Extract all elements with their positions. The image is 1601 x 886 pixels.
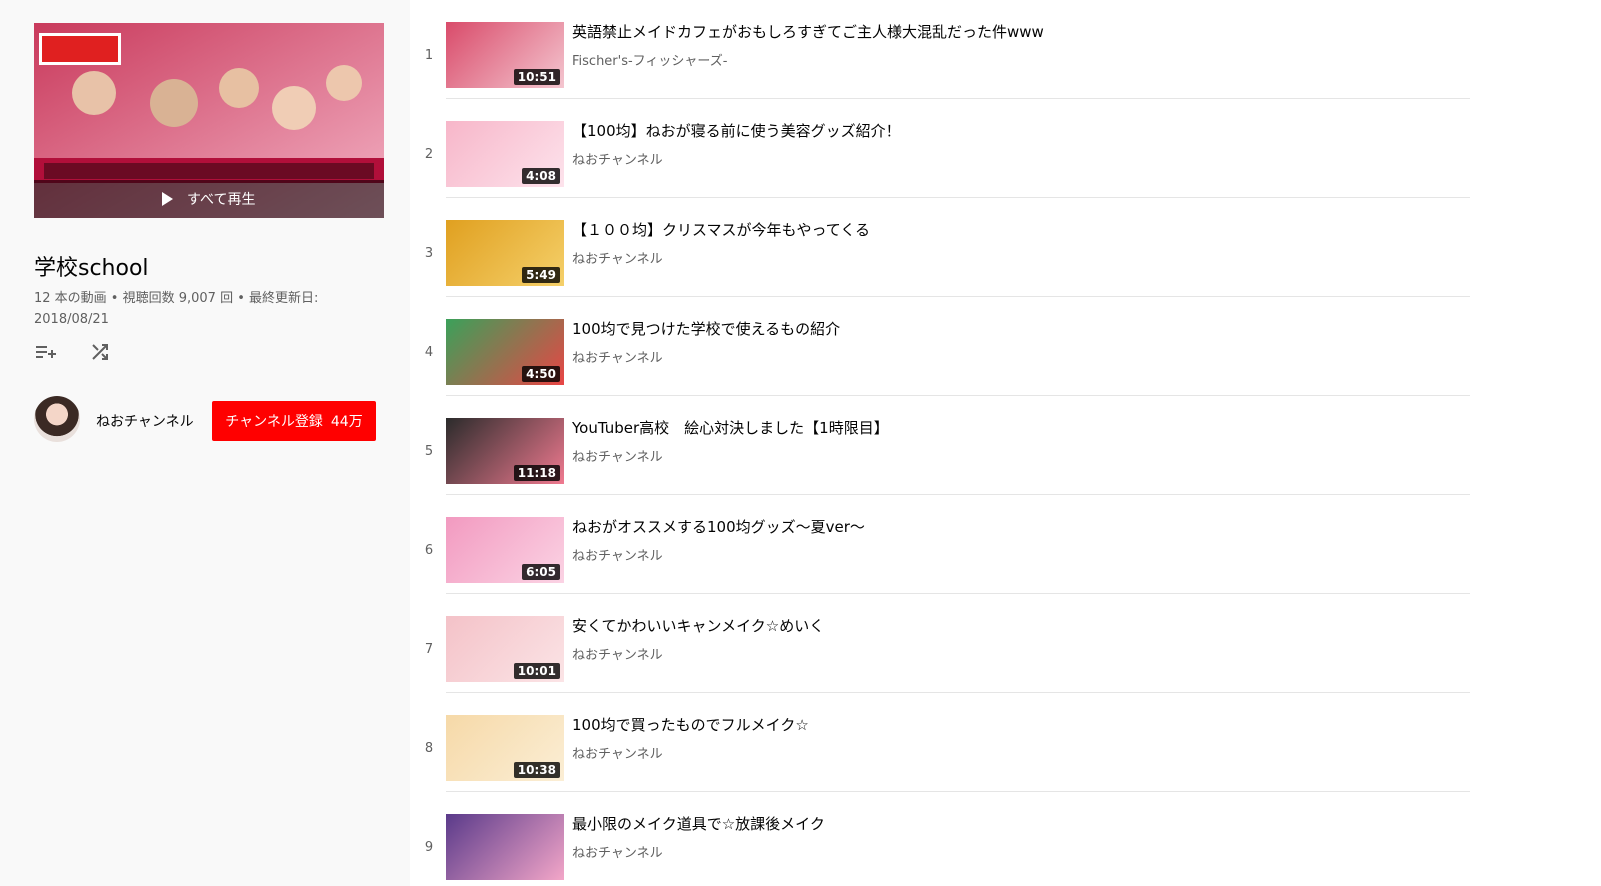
play-icon (162, 192, 173, 206)
subscriber-count: 44万 (330, 414, 363, 430)
video-thumbnail[interactable]: 10:38 (446, 715, 564, 781)
add-to-queue-button[interactable] (34, 342, 58, 362)
video-thumbnail[interactable]: 4:08 (446, 121, 564, 187)
video-channel[interactable]: ねおチャンネル (572, 347, 663, 366)
video-duration: 4:08 (522, 168, 560, 184)
play-all-label: すべて再生 (187, 192, 256, 208)
playlist-video-row[interactable]: 4 4:50 100均で見つけた学校で使えるもの紹介 ねおチャンネル (420, 297, 1470, 396)
video-title[interactable]: 安くてかわいいキャンメイク☆めいく (572, 615, 824, 636)
playlist-video-row[interactable]: 2 4:08 【100均】ねおが寝る前に使う美容グッズ紹介！ ねおチャンネル (420, 99, 1470, 198)
video-index: 6 (424, 543, 434, 558)
video-channel[interactable]: ねおチャンネル (572, 842, 663, 861)
video-title[interactable]: 100均で買ったものでフルメイク☆ (572, 714, 809, 735)
video-title[interactable]: 【100均】ねおが寝る前に使う美容グッズ紹介！ (572, 120, 901, 141)
video-duration: 11:18 (513, 465, 560, 481)
video-channel[interactable]: ねおチャンネル (572, 248, 663, 267)
video-channel[interactable]: ねおチャンネル (572, 545, 663, 564)
add-to-queue-icon (36, 346, 56, 358)
video-duration: 6:05 (522, 564, 560, 580)
owner-avatar[interactable] (34, 396, 80, 442)
playlist-video-row[interactable]: 7 10:01 安くてかわいいキャンメイク☆めいく ねおチャンネル (420, 594, 1470, 693)
playlist-stats: 12 本の動画 • 視聴回数 9,007 回 • 最終更新日: 2018/08/… (34, 291, 319, 327)
playlist-video-row[interactable]: 9 最小限のメイク道具で☆放課後メイク ねおチャンネル (420, 792, 1470, 886)
video-thumbnail[interactable]: 4:50 (446, 319, 564, 385)
video-channel[interactable]: ねおチャンネル (572, 743, 663, 762)
video-index: 1 (424, 48, 434, 63)
video-thumbnail[interactable] (446, 814, 564, 880)
playlist-video-row[interactable]: 8 10:38 100均で買ったものでフルメイク☆ ねおチャンネル (420, 693, 1470, 792)
owner-name[interactable]: ねおチャンネル (96, 411, 194, 431)
playlist-actions (34, 342, 112, 362)
shuffle-icon (92, 344, 108, 360)
video-channel[interactable]: ねおチャンネル (572, 446, 663, 465)
video-index: 4 (424, 345, 434, 360)
play-all-button[interactable]: すべて再生 (34, 180, 384, 218)
video-duration: 10:51 (513, 69, 560, 85)
video-index: 2 (424, 147, 434, 162)
playlist-video-row[interactable]: 5 11:18 YouTuber高校 絵心対決しました【1時限目】 ねおチャンネル (420, 396, 1470, 495)
video-duration: 10:01 (513, 663, 560, 679)
video-index: 3 (424, 246, 434, 261)
video-duration: 5:49 (522, 267, 560, 283)
video-index: 9 (424, 840, 434, 855)
video-thumbnail[interactable]: 10:51 (446, 22, 564, 88)
video-title[interactable]: 英語禁止メイドカフェがおもしろすぎてご主人様大混乱だった件www (572, 21, 1044, 42)
playlist-title: 学校school (34, 256, 149, 281)
video-index: 5 (424, 444, 434, 459)
video-thumbnail[interactable]: 10:01 (446, 616, 564, 682)
video-channel[interactable]: ねおチャンネル (572, 644, 663, 663)
playlist-hero-thumbnail[interactable]: すべて再生 (34, 23, 384, 218)
video-title[interactable]: 100均で見つけた学校で使えるもの紹介 (572, 318, 840, 339)
video-duration: 4:50 (522, 366, 560, 382)
video-title[interactable]: ねおがオススメする100均グッズ〜夏ver〜 (572, 516, 865, 537)
video-duration: 10:38 (513, 762, 560, 778)
video-thumbnail[interactable]: 11:18 (446, 418, 564, 484)
video-thumbnail[interactable]: 5:49 (446, 220, 564, 286)
video-channel[interactable]: Fischer's-フィッシャーズ- (572, 50, 727, 69)
playlist-video-list: 1 10:51 英語禁止メイドカフェがおもしろすぎてご主人様大混乱だった件www Fi… (420, 0, 1470, 886)
subscribe-button[interactable]: チャンネル登録 44万 (212, 401, 376, 441)
video-index: 7 (424, 642, 434, 657)
playlist-owner: ねおチャンネル チャンネル登録 44万 (34, 396, 380, 446)
video-title[interactable]: 【１００均】クリスマスが今年もやってくる (572, 219, 870, 240)
playlist-video-row[interactable]: 6 6:05 ねおがオススメする100均グッズ〜夏ver〜 ねおチャンネル (420, 495, 1470, 594)
video-thumbnail[interactable]: 6:05 (446, 517, 564, 583)
video-channel[interactable]: ねおチャンネル (572, 149, 663, 168)
playlist-video-row[interactable]: 3 5:49 【１００均】クリスマスが今年もやってくる ねおチャンネル (420, 198, 1470, 297)
playlist-video-row[interactable]: 1 10:51 英語禁止メイドカフェがおもしろすぎてご主人様大混乱だった件www Fi… (420, 0, 1470, 99)
video-title[interactable]: YouTuber高校 絵心対決しました【1時限目】 (572, 417, 889, 438)
video-index: 8 (424, 741, 434, 756)
video-title[interactable]: 最小限のメイク道具で☆放課後メイク (572, 813, 825, 834)
playlist-sidebar: すべて再生 学校school 12 本の動画 • 視聴回数 9,007 回 • … (0, 0, 410, 886)
shuffle-button[interactable] (88, 342, 112, 362)
subscribe-label: チャンネル登録 (225, 414, 323, 430)
